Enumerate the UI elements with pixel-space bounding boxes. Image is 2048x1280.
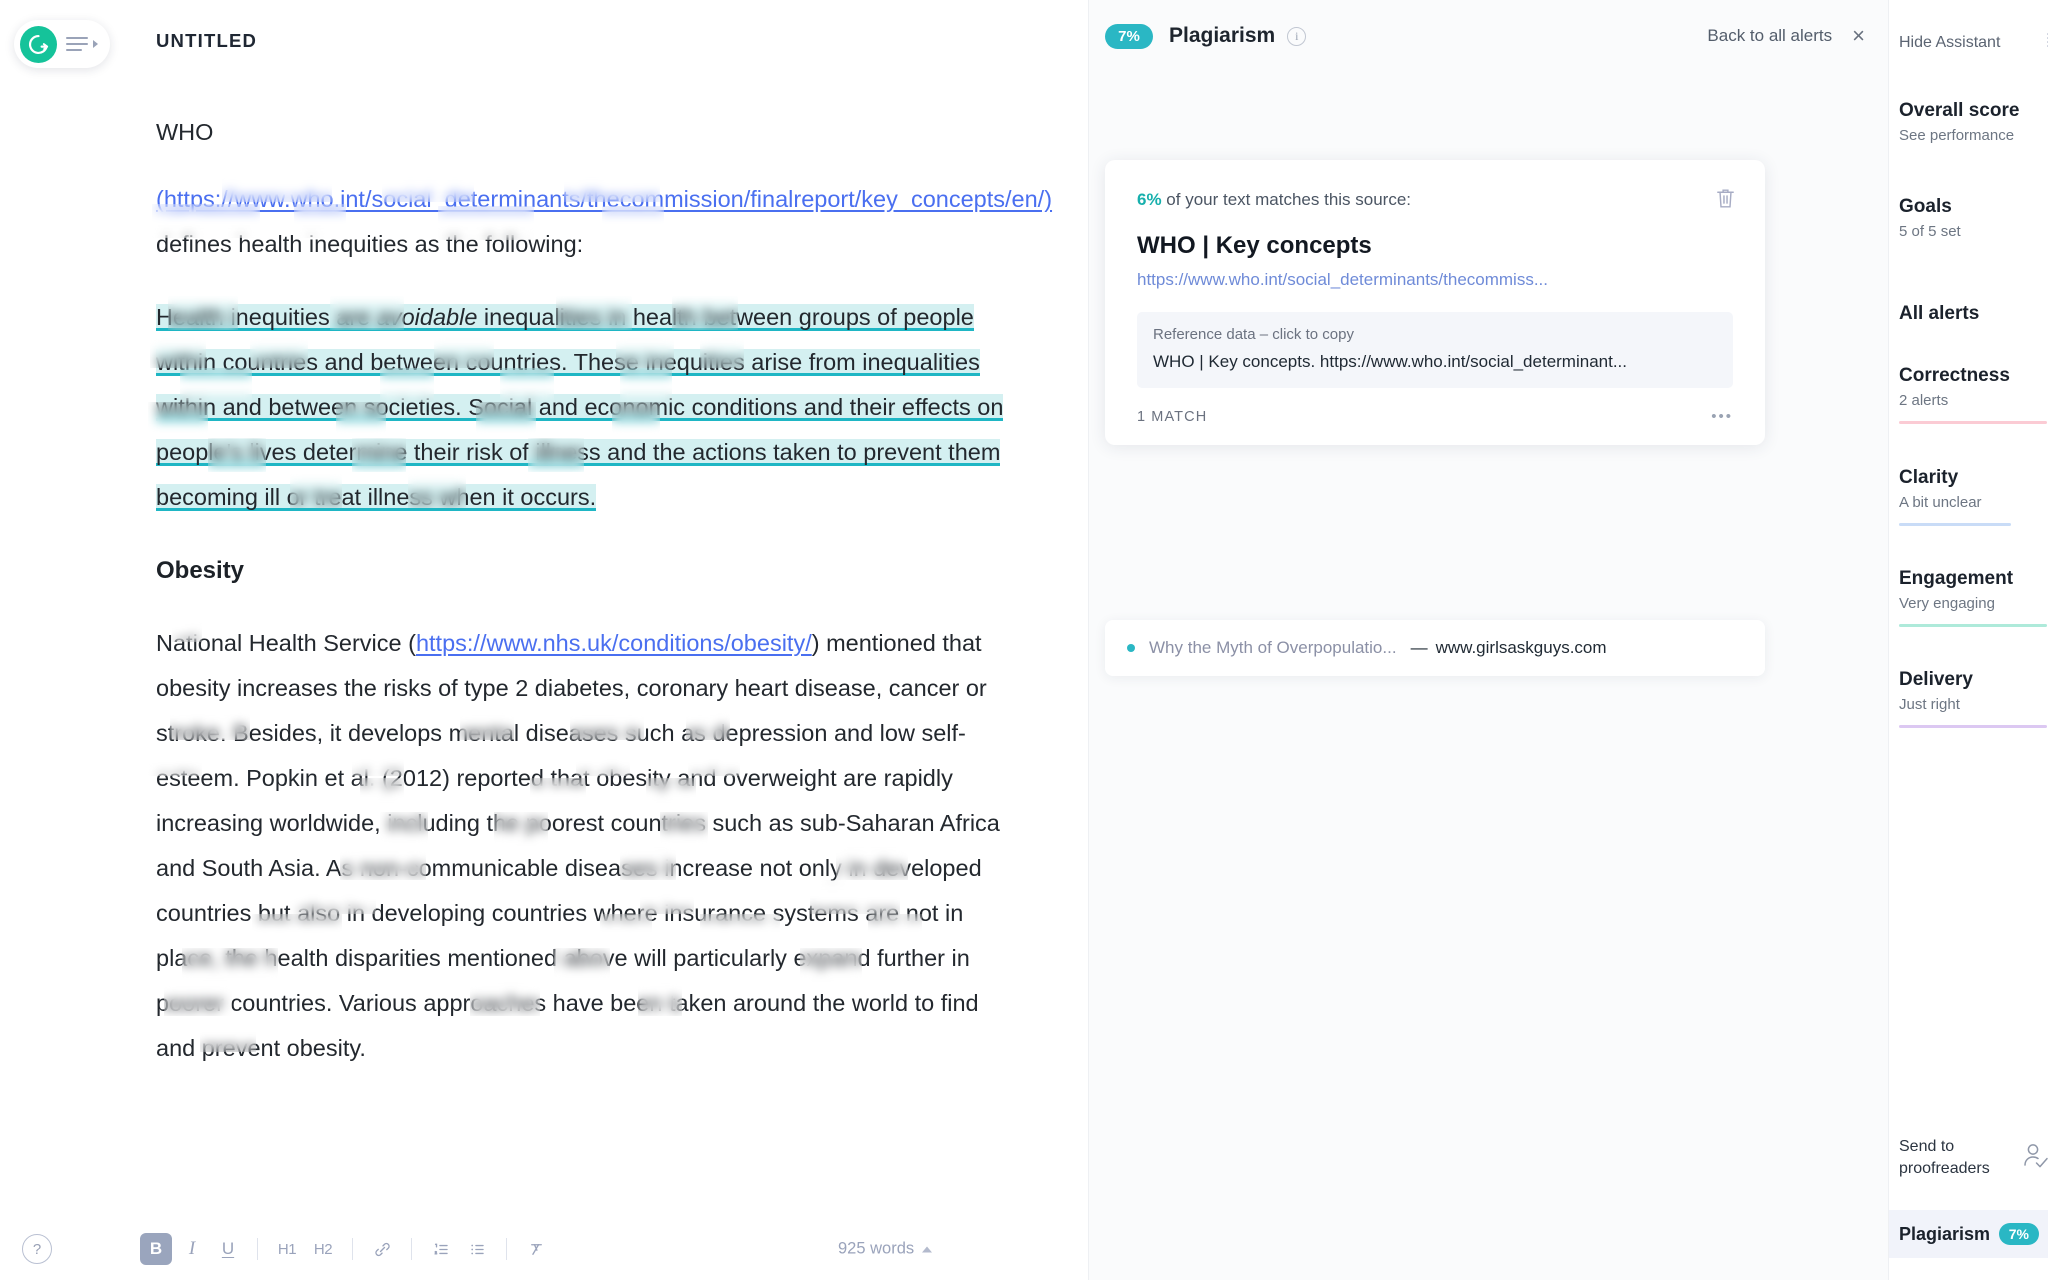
plagiarism-other-source-row[interactable]: Why the Myth of Overpopulatio... — www.g… xyxy=(1105,620,1765,676)
obesity-tail: ) mentioned that obesity increases the r… xyxy=(156,630,1000,1061)
metric-sub: Just right xyxy=(1899,696,1960,713)
document-body[interactable]: WHO (https://www.who.int/social_determin… xyxy=(156,110,1052,1099)
paragraph-who-source: (https://www.who.int/social_determinants… xyxy=(156,177,1052,267)
person-check-icon[interactable] xyxy=(2019,1140,2048,1179)
metric-delivery[interactable]: Delivery ✓ Just right xyxy=(1899,669,2048,728)
chevron-right-icon[interactable] xyxy=(93,40,98,48)
caret-up-icon[interactable] xyxy=(922,1246,933,1252)
metric-label: Engagement xyxy=(1899,568,2014,589)
toolbar-divider xyxy=(506,1238,507,1260)
toolbar-divider xyxy=(411,1238,412,1260)
metric-correctness[interactable]: Correctness 2 alerts xyxy=(1899,365,2048,424)
plagiarism-header: 7% Plagiarism i Back to all alerts × xyxy=(1089,0,1889,72)
grammarly-logo-icon[interactable] xyxy=(20,25,57,63)
plagiarism-title: Plagiarism xyxy=(1169,24,1276,47)
editor-pane: UNTITLED WHO (https://www.who.int/social… xyxy=(0,0,1088,1280)
metric-label: Correctness xyxy=(1899,365,2010,386)
metric-rule xyxy=(1899,725,2047,728)
metric-sub: 2 alerts xyxy=(1899,392,1949,409)
plagiarism-sidebar-badge: 7% xyxy=(1998,1223,2039,1245)
ordered-list-icon[interactable] xyxy=(425,1233,457,1265)
toolbar-divider xyxy=(257,1238,258,1260)
metric-label: Clarity xyxy=(1899,467,1959,488)
sidebar-item-plagiarism[interactable]: Plagiarism 7% xyxy=(1889,1210,2048,1258)
other-source-title[interactable]: Why the Myth of Overpopulatio... xyxy=(1149,638,1397,658)
nhs-pre: National Health Service ( xyxy=(156,630,416,656)
who-source-link[interactable]: (https://www.who.int/social_determinants… xyxy=(156,186,1052,212)
heading2-button[interactable]: H2 xyxy=(307,1233,339,1265)
goals-block[interactable]: Goals 5 of 5 set xyxy=(1899,196,2048,240)
who-source-tail: defines health inequities as the followi… xyxy=(156,231,584,257)
all-alerts-item[interactable]: All alerts xyxy=(1899,303,2048,325)
grammarly-editor-app: UNTITLED WHO (https://www.who.int/social… xyxy=(0,0,2048,1280)
metric-sub: Very engaging xyxy=(1899,595,1995,612)
metric-engagement[interactable]: Engagement ✓ Very engaging xyxy=(1899,568,2048,627)
metric-rule xyxy=(1899,624,2047,627)
source-url-link[interactable]: https://www.who.int/social_determinants/… xyxy=(1137,270,1733,290)
reference-data-box[interactable]: Reference data – click to copy WHO | Key… xyxy=(1137,312,1733,388)
paragraph-who-heading: WHO xyxy=(156,110,1016,155)
plagiarism-source-card[interactable]: 6% of your text matches this source: WHO… xyxy=(1105,160,1765,445)
nhs-source-link[interactable]: https://www.nhs.uk/conditions/obesity/ xyxy=(416,630,812,656)
logo-menu-pill[interactable] xyxy=(14,20,110,68)
metric-rule xyxy=(1899,523,2011,526)
quote-pre: Health inequities are xyxy=(156,304,377,330)
word-count[interactable]: 925 words xyxy=(838,1239,933,1259)
metric-rule xyxy=(1899,421,2047,424)
send-to-proofreaders-button[interactable]: Send to proofreaders xyxy=(1899,1136,2009,1180)
reference-data-label: Reference data – click to copy xyxy=(1153,326,1354,343)
formatting-tools: B I U H1 H2 xyxy=(140,1233,552,1265)
paragraph-obesity-body: National Health Service (https://www.nhs… xyxy=(156,621,1016,1071)
assistant-sidebar: Hide Assistant Overall score 97 See perf… xyxy=(1888,0,2048,1280)
source-title[interactable]: WHO | Key concepts xyxy=(1137,232,1733,260)
other-source-dash: — xyxy=(1410,638,1428,657)
reference-data-text: WHO | Key concepts. https://www.who.int/… xyxy=(1153,352,1627,371)
metric-label: Delivery xyxy=(1899,669,1973,690)
trash-icon[interactable] xyxy=(1714,186,1737,216)
menu-hamburger-icon[interactable] xyxy=(66,37,88,51)
heading1-button[interactable]: H1 xyxy=(271,1233,303,1265)
page-title: UNTITLED xyxy=(156,30,258,51)
bullet-icon xyxy=(1127,644,1135,652)
paragraph-quote-plagiarism: Health inequities are avoidable inequali… xyxy=(156,295,1016,520)
italic-button[interactable]: I xyxy=(176,1233,208,1265)
back-to-all-alerts-button[interactable]: Back to all alerts xyxy=(1707,26,1832,46)
overall-score-label: Overall score xyxy=(1899,100,2020,121)
plagiarism-sidebar-label: Plagiarism xyxy=(1899,1223,1991,1244)
toolbar-divider xyxy=(352,1238,353,1260)
match-count-label: 1 MATCH xyxy=(1137,408,1208,425)
all-alerts-label: All alerts xyxy=(1899,303,1980,324)
metric-sub: A bit unclear xyxy=(1899,494,1982,511)
hide-assistant-button[interactable]: Hide Assistant xyxy=(1899,34,2000,52)
goals-sub: 5 of 5 set xyxy=(1899,223,1961,240)
quote-emphasis: avoidable xyxy=(376,304,478,330)
match-percent: 6% xyxy=(1137,190,1162,209)
help-icon[interactable]: ? xyxy=(22,1234,52,1264)
more-options-icon[interactable]: ••• xyxy=(1711,408,1733,425)
who-label: WHO xyxy=(156,119,214,145)
other-source-domain[interactable]: www.girlsaskguys.com xyxy=(1436,638,1607,658)
card-footer: 1 MATCH ••• xyxy=(1137,408,1733,445)
word-count-label: 925 words xyxy=(838,1239,915,1258)
plagiarism-percent-badge: 7% xyxy=(1105,23,1153,49)
overall-score-block[interactable]: Overall score 97 See performance xyxy=(1899,100,2048,144)
plagiarism-pane: 7% Plagiarism i Back to all alerts × 6% … xyxy=(1088,0,1888,1280)
clear-formatting-icon[interactable] xyxy=(520,1233,552,1265)
match-percent-line: 6% of your text matches this source: xyxy=(1137,190,1733,210)
info-icon[interactable]: i xyxy=(1287,26,1307,46)
goals-label: Goals xyxy=(1899,196,1952,217)
underline-button[interactable]: U xyxy=(212,1233,244,1265)
editor-toolbar: ? B I U H1 H2 925 words xyxy=(0,1218,1088,1280)
heading-obesity: Obesity xyxy=(156,557,245,584)
see-performance-link[interactable]: See performance xyxy=(1899,127,2048,144)
metric-clarity[interactable]: Clarity A bit unclear xyxy=(1899,467,2048,526)
quote-post: inequalities in health between groups of… xyxy=(156,304,1004,510)
bold-button[interactable]: B xyxy=(140,1233,172,1265)
bullet-list-icon[interactable] xyxy=(461,1233,493,1265)
plagiarism-highlight[interactable]: Health inequities are avoidable inequali… xyxy=(156,304,1004,511)
link-icon[interactable] xyxy=(366,1233,398,1265)
close-icon[interactable]: × xyxy=(1852,25,1865,47)
match-percent-text: of your text matches this source: xyxy=(1161,190,1412,209)
